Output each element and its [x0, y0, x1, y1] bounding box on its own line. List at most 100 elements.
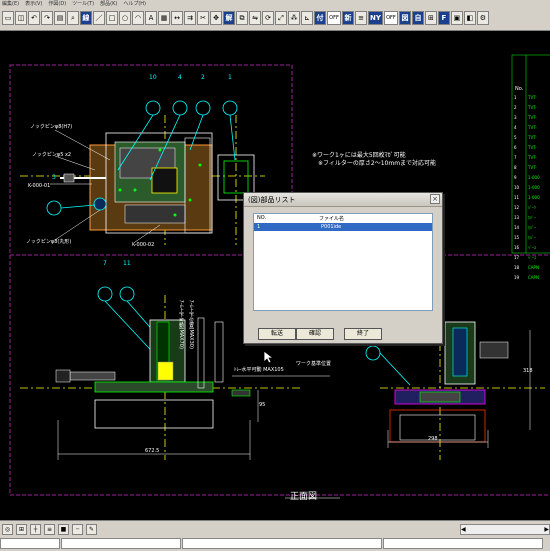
settings-icon[interactable]: ⚙	[476, 11, 489, 25]
mode-button-ny[interactable]: NY	[368, 11, 383, 25]
open-icon[interactable]: ▭	[2, 11, 14, 25]
layer-icon[interactable]: ≡	[355, 11, 367, 25]
move-icon[interactable]: ✥	[210, 11, 222, 25]
pen-icon[interactable]: ✎	[86, 524, 97, 535]
command-input[interactable]	[61, 538, 181, 549]
mode-button-auto[interactable]: 自	[411, 11, 424, 25]
yellow-block-front	[157, 361, 174, 381]
menu-view[interactable]: 表示(V)	[25, 0, 42, 7]
panel-icon[interactable]: ◧	[463, 11, 476, 25]
pin-plan	[93, 197, 107, 211]
grid-toggle-icon[interactable]: ⊞	[16, 524, 27, 535]
text-icon[interactable]: A	[145, 11, 157, 25]
label-arm-vertical-2: ｱｰﾑ上下位置(MAX30)	[188, 300, 194, 349]
parts-table-row-name: ｶﾊﾞｰ	[528, 235, 536, 240]
color-icon[interactable]: ■	[58, 524, 69, 535]
balloon-7	[97, 286, 113, 302]
rect-icon[interactable]: □	[106, 11, 118, 25]
nut-plan	[63, 173, 75, 183]
toggle-off-2[interactable]: OFF	[383, 11, 398, 25]
exit-button[interactable]: 終了	[344, 328, 382, 340]
linetype-icon[interactable]: ┄	[72, 524, 83, 535]
column-filename[interactable]: ファイル名	[319, 215, 344, 222]
scale-icon[interactable]: ⤢	[275, 11, 287, 25]
parts-table-row-no: 19	[514, 275, 520, 280]
horizontal-scrollbar[interactable]: ◀ ▶	[460, 524, 550, 535]
parts-table-row-no: 17	[514, 255, 520, 260]
snap-icon[interactable]: ◎	[2, 524, 13, 535]
scroll-left-icon[interactable]: ◀	[461, 526, 466, 533]
rail-front	[94, 381, 214, 393]
offset-icon[interactable]: ⇉	[184, 11, 196, 25]
scroll-right-icon[interactable]: ▶	[544, 526, 549, 533]
mirror-icon[interactable]: ⇋	[249, 11, 261, 25]
arm-front	[197, 317, 205, 389]
parts-table-row-name: TVT-	[528, 165, 537, 170]
dim-icon[interactable]: ↔	[171, 11, 183, 25]
circle-icon[interactable]: ○	[119, 11, 131, 25]
line-icon[interactable]: ／	[93, 11, 105, 25]
mode-button-drawing[interactable]: 図	[398, 11, 411, 25]
parts-table-row-no: 4	[514, 125, 517, 130]
arc-icon[interactable]: ◠	[132, 11, 144, 25]
zoom-icon[interactable]: ⌕	[67, 11, 79, 25]
menu-edit[interactable]: 編集(E)	[2, 0, 19, 7]
label-nockpin-3: ノックピンφ8(丸形)	[26, 239, 72, 245]
close-icon[interactable]: ×	[430, 194, 440, 204]
filter-right	[419, 391, 461, 403]
main-toolbar: 編集(E) 表示(V) 作図(D) ツール(T) 部品(K) ヘルプ(H) ▭ …	[0, 0, 550, 31]
undo-icon[interactable]: ↶	[28, 11, 40, 25]
dimension-v2: 318	[523, 368, 533, 374]
menu-help[interactable]: ヘルプ(H)	[123, 0, 146, 7]
filter-pocket-plan	[151, 167, 178, 194]
leader-8	[379, 352, 411, 386]
parts-table-row-no: 1	[514, 95, 517, 100]
label-k01: K-000-01	[28, 183, 51, 189]
redo-icon[interactable]: ↷	[41, 11, 53, 25]
parts-table-row-name: TVT-	[528, 95, 537, 100]
list-item-no: 1	[257, 224, 261, 230]
dimension-right: 298	[428, 436, 438, 442]
rotate-icon[interactable]: ⟳	[262, 11, 274, 25]
parts-table-row-no: 18	[514, 265, 520, 270]
mode-button-line[interactable]: 線	[80, 11, 92, 25]
print-icon[interactable]: ▤	[54, 11, 66, 25]
confirm-button[interactable]: 確認	[296, 328, 334, 340]
menu-draw[interactable]: 作図(D)	[48, 0, 66, 7]
mode-button-f[interactable]: F	[437, 11, 450, 25]
coord-field[interactable]	[0, 538, 60, 549]
array-icon[interactable]: ⁂	[288, 11, 300, 25]
balloon-8	[365, 345, 381, 361]
dialog-titlebar[interactable]: (図)部品リスト ×	[244, 193, 442, 207]
window-icon[interactable]: ▣	[450, 11, 463, 25]
menu-bar: 編集(E) 表示(V) 作図(D) ツール(T) 部品(K) ヘルプ(H)	[0, 0, 282, 7]
column-no[interactable]: NO.	[257, 215, 266, 221]
hatch-icon[interactable]: ▦	[158, 11, 170, 25]
parts-table-row-no: 5	[514, 135, 517, 140]
copy-icon[interactable]: ⧉	[236, 11, 248, 25]
parts-table-row-name: ｶﾊﾞｰ	[528, 225, 536, 230]
mode-button-new[interactable]: 新	[342, 11, 354, 25]
menu-tools[interactable]: ツール(T)	[72, 0, 94, 7]
list-item[interactable]: 1 P001ide	[254, 223, 432, 231]
toggle-off-1[interactable]: OFF	[327, 11, 341, 25]
mode-button-solve[interactable]: 解	[223, 11, 235, 25]
trim-icon[interactable]: ✂	[197, 11, 209, 25]
ortho-icon[interactable]: ┼	[30, 524, 41, 535]
label-k02: K-000-02	[132, 242, 155, 248]
arm2-front	[214, 321, 224, 383]
message-field	[182, 538, 382, 549]
tool-strip: ▭ ◫ ↶ ↷ ▤ ⌕ 線 ／ □ ○ ◠ A ▦ ↔ ⇉ ✂ ✥ 解 ⧉ ⇋ …	[0, 7, 550, 29]
grid-icon[interactable]: ⊞	[424, 11, 437, 25]
parts-table-row-name: TVT-	[528, 115, 537, 120]
mode-button-attach[interactable]: 付	[314, 11, 326, 25]
transfer-button[interactable]: 転送	[258, 328, 296, 340]
dimension-v1: 95	[259, 402, 266, 408]
label-nockpin-2: ノックピンφ5 x2	[32, 152, 72, 158]
layer-select-icon[interactable]: ≡	[44, 524, 55, 535]
menu-parts[interactable]: 部品(K)	[100, 0, 117, 7]
dialog-title: (図)部品リスト	[248, 196, 296, 204]
save-icon[interactable]: ◫	[15, 11, 27, 25]
measure-icon[interactable]: ⊾	[301, 11, 313, 25]
parts-file-list[interactable]: NO. ファイル名 1 P001ide	[253, 213, 433, 311]
